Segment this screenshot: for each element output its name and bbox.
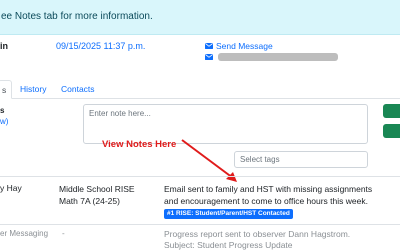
note-body-line: Progress report sent to observer Dann Ha… xyxy=(164,229,351,239)
note-body: Progress report sent to observer Dann Ha… xyxy=(164,229,384,250)
info-banner: ee Notes tab for more information. xyxy=(0,0,400,35)
add-note-label: s xyxy=(0,106,5,115)
note-author: er Messaging xyxy=(0,229,49,238)
last-login-label: in xyxy=(0,41,8,51)
note-body: Email sent to family and HST with missin… xyxy=(164,184,373,206)
banner-text: ee Notes tab for more information. xyxy=(1,11,153,22)
tab-history[interactable]: History xyxy=(20,84,46,94)
envelope-icon xyxy=(205,43,213,49)
note-author: y Hay xyxy=(0,183,22,193)
row-divider xyxy=(0,176,400,177)
secondary-action-button[interactable] xyxy=(383,124,400,138)
note-course: - xyxy=(62,229,65,238)
save-note-button[interactable] xyxy=(383,104,400,118)
envelope-icon xyxy=(205,54,213,60)
redacted-email xyxy=(218,53,338,61)
annotation-arrow-icon xyxy=(181,139,237,182)
tab-notes[interactable]: s xyxy=(0,80,12,99)
row-divider xyxy=(0,224,400,225)
tab-contacts[interactable]: Contacts xyxy=(61,84,95,94)
note-body-line: Subject: Student Progress Update xyxy=(164,240,293,250)
tab-notes-label: s xyxy=(2,85,7,95)
tab-bar: s History Contacts xyxy=(0,80,400,99)
add-note-sublabel[interactable]: w) xyxy=(0,117,8,126)
select-tags-input[interactable] xyxy=(234,151,368,168)
email-row[interactable] xyxy=(205,53,338,61)
view-notes-annotation: View Notes Here xyxy=(102,139,177,150)
note-course: Middle School RISE Math 7A (24-25) xyxy=(59,184,135,206)
send-message-label: Send Message xyxy=(216,41,273,51)
send-message-link[interactable]: Send Message xyxy=(205,41,273,51)
last-login-timestamp[interactable]: 09/15/2025 11:37 p.m. xyxy=(56,41,145,51)
note-tag-badge: #1 RISE: Student/Parent/HST Contacted xyxy=(164,209,293,219)
